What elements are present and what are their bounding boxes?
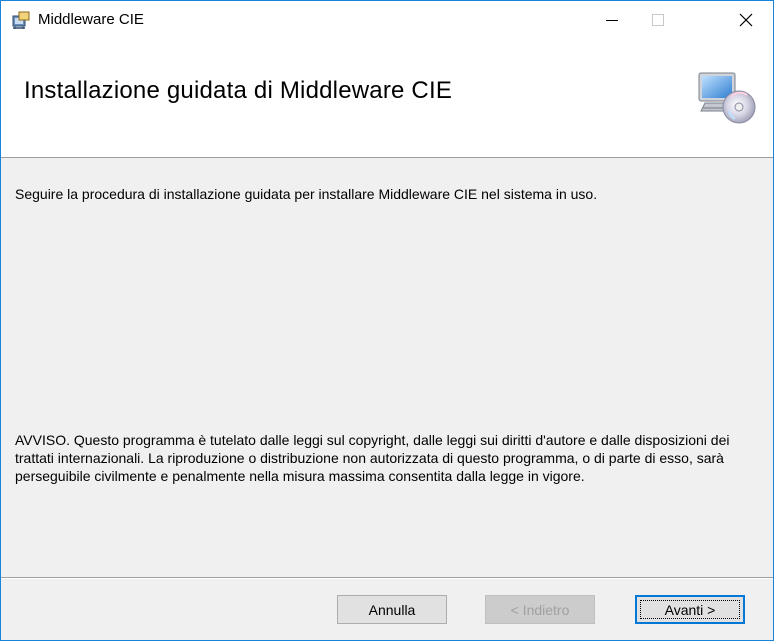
installer-icon	[11, 10, 31, 30]
title-bar[interactable]: Middleware CIE	[1, 1, 773, 39]
focus-ring	[640, 600, 740, 619]
window-title: Middleware CIE	[38, 11, 144, 28]
intro-text: Seguire la procedura di installazione gu…	[15, 186, 598, 202]
wizard-header: Installazione guidata di Middleware CIE	[1, 39, 773, 158]
footer-divider	[1, 577, 773, 579]
back-button[interactable]: < Indietro	[485, 595, 595, 624]
minimize-icon	[606, 20, 618, 21]
cancel-button[interactable]: Annulla	[337, 595, 447, 624]
installer-window: Middleware CIE Installazione guidata di …	[0, 0, 774, 641]
minimize-button[interactable]	[589, 1, 635, 39]
maximize-button[interactable]	[635, 1, 681, 39]
copyright-notice: AVVISO. Questo programma è tutelato dall…	[15, 432, 730, 484]
close-button[interactable]	[723, 1, 769, 39]
next-button[interactable]: Avanti >	[635, 595, 745, 624]
computer-disc-icon	[695, 67, 757, 125]
close-icon	[739, 13, 753, 27]
wizard-content: Seguire la procedura di installazione gu…	[1, 158, 773, 578]
maximize-icon	[652, 14, 664, 26]
back-button-label: < Indietro	[510, 601, 570, 618]
page-title: Installazione guidata di Middleware CIE	[24, 77, 453, 104]
cancel-button-label: Annulla	[368, 601, 416, 618]
